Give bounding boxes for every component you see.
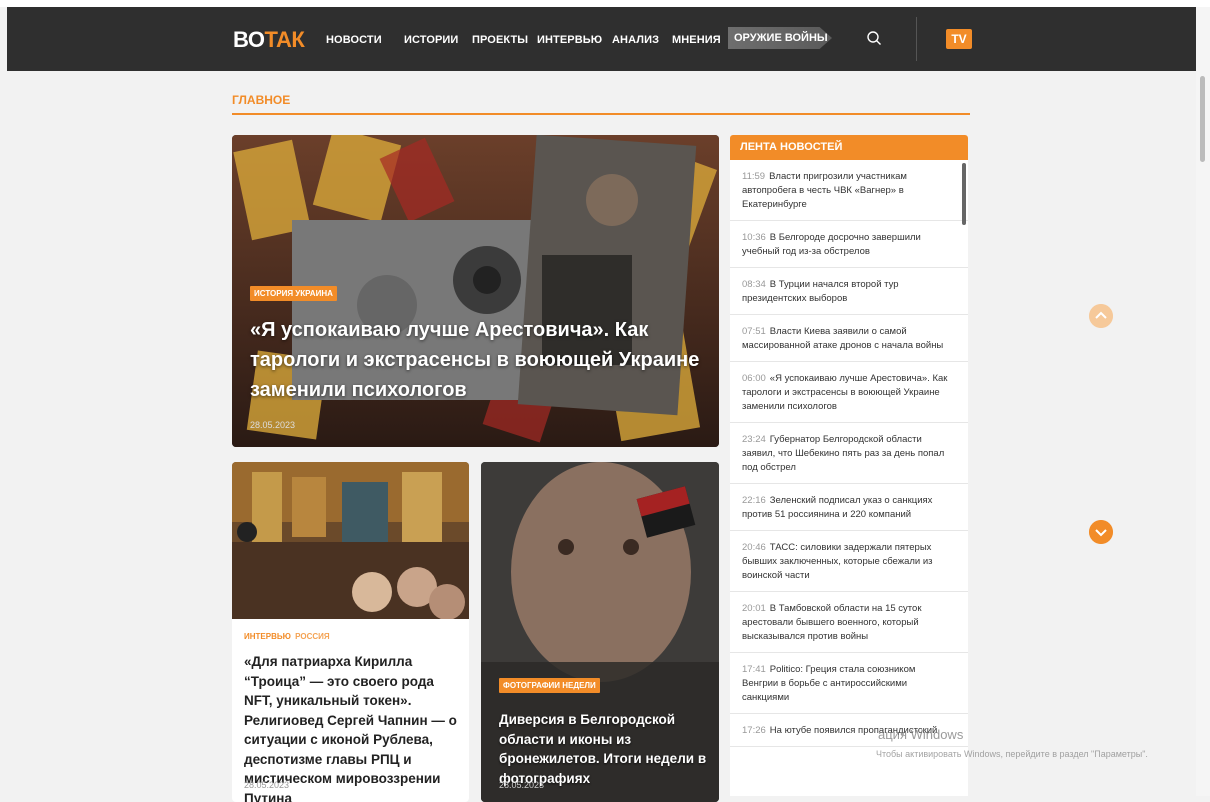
page-scrollbar-thumb[interactable] <box>1200 76 1205 162</box>
logo-text-2: ТАК <box>264 27 305 52</box>
nav-stories[interactable]: ИСТОРИИ <box>404 34 458 46</box>
feed-item-text: «Я успокаиваю лучше Арестовича». Как тар… <box>742 373 948 412</box>
section-title[interactable]: ГЛАВНОЕ <box>232 93 290 107</box>
scroll-down-icon[interactable] <box>1089 520 1113 544</box>
card2-tag[interactable]: ФОТОГРАФИИ НЕДЕЛИ <box>499 678 600 693</box>
windows-activation-watermark: ация Windows <box>878 727 964 742</box>
feed-item-time: 17:41 <box>742 664 766 675</box>
feed-item[interactable]: 07:51 Власти Киева заявили о самой массир… <box>730 315 968 362</box>
feed-item[interactable]: 20:01 В Тамбовской области на 15 суток ар… <box>730 592 968 653</box>
nav-news[interactable]: НОВОСТИ <box>326 34 382 46</box>
feed-item[interactable]: 11:59 Власти пригрозили участникам автопр… <box>730 160 968 221</box>
windows-activation-hint: Чтобы активировать Windows, перейдите в … <box>876 749 1148 759</box>
section-underline <box>232 113 970 115</box>
feed-item-time: 17:26 <box>742 725 766 736</box>
feed-item-text: Губернатор Белгородской области заявил, … <box>742 434 945 473</box>
search-icon[interactable] <box>866 30 882 46</box>
feed-item-text: Politico: Греция стала союзником Венгрии… <box>742 664 916 703</box>
nav-projects[interactable]: ПРОЕКТЫ <box>472 34 528 46</box>
feed-item-text: В Белгороде досрочно завершили учебный г… <box>742 232 921 257</box>
feed-item-time: 20:46 <box>742 542 766 553</box>
article-card-interview[interactable]: ИНТЕРВЬЮ РОССИЯ «Для патриарха Кирилла “… <box>232 462 469 802</box>
feed-item[interactable]: 17:41 Politico: Греция стала союзником Ве… <box>730 653 968 714</box>
nav-opinions[interactable]: МНЕНИЯ <box>672 34 721 46</box>
feed-item[interactable]: 10:36 В Белгороде досрочно завершили учеб… <box>730 221 968 268</box>
site-logo[interactable]: ВОТАК <box>233 27 305 53</box>
feed-item-time: 06:00 <box>742 373 766 384</box>
hero-article[interactable]: ИСТОРИЯ УКРАИНА «Я успокаиваю лучше Арес… <box>232 135 719 447</box>
feed-item-text: Зеленский подписал указ о санкциях проти… <box>742 495 933 520</box>
nav-analysis[interactable]: АНАЛИЗ <box>612 34 659 46</box>
feed-item[interactable]: 22:16 Зеленский подписал указ о санкциях … <box>730 484 968 531</box>
tv-button[interactable]: TV <box>946 29 972 49</box>
feed-item-time: 07:51 <box>742 326 766 337</box>
card1-tag-russia[interactable]: РОССИЯ <box>295 632 330 641</box>
nav-special-weapons[interactable]: ОРУЖИЕ ВОЙНЫ <box>728 27 832 49</box>
nav-divider <box>916 17 917 61</box>
feed-item-time: 08:34 <box>742 279 766 290</box>
feed-item[interactable]: 06:00 «Я успокаиваю лучше Арестовича». Ка… <box>730 362 968 423</box>
feed-scrollbar[interactable] <box>962 163 966 225</box>
feed-item-time: 23:24 <box>742 434 766 445</box>
feed-item-text: Власти Киева заявили о самой массированн… <box>742 326 944 351</box>
news-feed-title[interactable]: ЛЕНТА НОВОСТЕЙ <box>730 135 968 160</box>
feed-item-text: ТАСС: силовики задержали пятерых бывших … <box>742 542 933 581</box>
feed-item-time: 11:59 <box>742 171 766 182</box>
feed-item-time: 20:01 <box>742 603 766 614</box>
news-feed: ЛЕНТА НОВОСТЕЙ 11:59 Власти пригрозили уч… <box>730 135 968 796</box>
card2-title[interactable]: Диверсия в Белгородской области и иконы … <box>499 710 709 788</box>
article-card-photos[interactable]: ФОТОГРАФИИ НЕДЕЛИ Диверсия в Белгородско… <box>481 462 719 802</box>
hero-date: 28.05.2023 <box>250 420 296 430</box>
feed-item-time: 10:36 <box>742 232 766 243</box>
card1-date: 28.05.2023 <box>244 780 290 790</box>
card1-tags: ИНТЕРВЬЮ РОССИЯ <box>244 632 330 641</box>
logo-text-1: ВО <box>233 27 265 52</box>
feed-item[interactable]: 23:24 Губернатор Белгородской области зая… <box>730 423 968 484</box>
church-photo <box>232 462 469 619</box>
scroll-up-icon[interactable] <box>1089 304 1113 328</box>
hero-tag[interactable]: ИСТОРИЯ УКРАИНА <box>250 286 337 301</box>
window-top-edge <box>0 0 1210 7</box>
top-navbar <box>7 7 1203 71</box>
nav-interviews[interactable]: ИНТЕРВЬЮ <box>537 34 602 46</box>
feed-item-text: В Тамбовской области на 15 суток арестов… <box>742 603 922 642</box>
card1-tag-interview[interactable]: ИНТЕРВЬЮ <box>244 632 291 641</box>
feed-item-text: Власти пригрозили участникам автопробега… <box>742 171 907 210</box>
feed-item[interactable]: 08:34 В Турции начался второй тур президе… <box>730 268 968 315</box>
hero-title[interactable]: «Я успокаиваю лучше Арестовича». Как тар… <box>250 315 710 405</box>
card2-date: 28.05.2023 <box>499 780 545 790</box>
feed-item[interactable]: 20:46 ТАСС: силовики задержали пятерых бы… <box>730 531 968 592</box>
feed-item-time: 22:16 <box>742 495 766 506</box>
